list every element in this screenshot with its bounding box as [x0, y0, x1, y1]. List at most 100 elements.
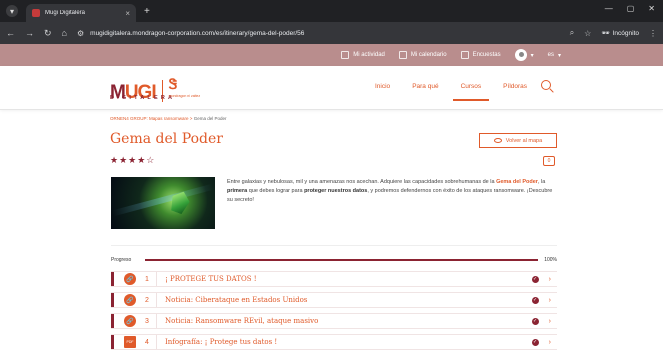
nav-item-pildoras[interactable]: Píldoras — [503, 83, 527, 90]
minimize-icon[interactable]: — — [605, 4, 613, 13]
progress-value: 100% — [544, 257, 557, 263]
logo-tagline: mondragon ni zaitez — [168, 94, 201, 98]
avatar — [514, 49, 527, 61]
site-info-icon[interactable]: ⚙ — [77, 29, 84, 38]
item-title[interactable]: Infografía: ¡ Protege tus datos ! — [165, 338, 532, 346]
incognito-icon: 🕶 — [601, 30, 610, 37]
completed-check-icon: ✓ — [531, 338, 539, 346]
breadcrumb-current: Gema del Poder — [193, 116, 227, 121]
chevron-right-icon[interactable]: › — [549, 318, 551, 325]
window-controls: — ▢ ✕ — [605, 4, 655, 13]
item-divider — [156, 272, 157, 286]
item-number: 1 — [145, 275, 149, 283]
mondragon-icon: Ꮥ — [168, 76, 178, 92]
progress-fill — [145, 259, 539, 261]
link-icon: 🔗 — [124, 294, 136, 306]
forward-icon[interactable]: → — [25, 28, 34, 38]
favicon-icon — [32, 9, 40, 17]
link-icon: 🔗 — [124, 273, 136, 285]
home-icon[interactable]: ⌂ — [62, 28, 67, 38]
my-activity-link[interactable]: Mi actividad — [341, 51, 385, 59]
breadcrumb-separator: > — [189, 116, 193, 121]
completed-check-icon: ✓ — [531, 317, 539, 325]
section-divider — [111, 245, 557, 246]
eye-icon — [493, 138, 502, 143]
comments-icon[interactable]: 0 — [543, 156, 555, 166]
back-icon[interactable]: ← — [6, 28, 15, 38]
item-divider — [156, 335, 157, 349]
list-item[interactable]: 🔗 2 Noticia: Ciberataque en Estados Unidos… — [111, 292, 557, 308]
nav-item-cursos[interactable]: Cursos — [452, 83, 489, 101]
item-edge — [111, 314, 114, 328]
incognito-indicator[interactable]: 🕶 Incógnito — [601, 29, 639, 38]
completed-check-icon: ✓ — [531, 296, 539, 304]
my-activity-label: Mi actividad — [353, 52, 385, 58]
address-bar[interactable]: ⚙ mugidigitalera.mondragon-corporation.c… — [77, 29, 560, 38]
site-topbar: Mi actividad Mi calendario Encuestas ▾ e… — [0, 44, 663, 66]
calendar-icon — [398, 51, 407, 59]
item-divider — [156, 314, 157, 328]
tab-title: Mugi Digitalera — [45, 10, 86, 16]
item-title[interactable]: ¡ PROTEGE TUS DATOS ! — [165, 275, 532, 283]
incognito-label: Incógnito — [612, 29, 639, 37]
browser-tab[interactable]: Mugi Digitalera × — [26, 4, 136, 22]
surveys-link[interactable]: Encuestas — [460, 51, 501, 59]
reload-icon[interactable]: ↻ — [44, 28, 52, 39]
chevron-right-icon[interactable]: › — [549, 297, 551, 304]
search-icon[interactable] — [541, 80, 551, 90]
browser-menu-icon[interactable]: ⋮ — [649, 29, 657, 38]
link-icon: 🔗 — [124, 315, 136, 327]
maximize-icon[interactable]: ▢ — [627, 4, 635, 13]
zoom-icon[interactable]: ⌕ — [570, 28, 574, 38]
surveys-label: Encuestas — [472, 52, 501, 58]
list-item[interactable]: PDF 4 Infografía: ¡ Protege tus datos ! ✓ › — [111, 334, 557, 350]
course-hero-image — [111, 177, 215, 229]
rating-stars[interactable]: ★★★★☆ — [110, 155, 155, 166]
chevron-down-icon: ▾ — [557, 52, 561, 59]
site-logo[interactable]: MUGI DIGITALERA Ꮥ mondragon ni zaitez — [110, 76, 209, 102]
user-menu[interactable]: ▾ — [514, 49, 534, 61]
new-tab-button[interactable]: + — [144, 6, 150, 17]
course-description: Entre galaxias y nebulosas, mil y una am… — [227, 179, 553, 203]
completed-check-icon: ✓ — [531, 275, 539, 283]
nav-menu: Inicio Para qué Cursos Píldoras — [375, 83, 527, 101]
item-number: 2 — [145, 296, 149, 304]
lesson-list: 🔗 1 ¡ PROTEGE TUS DATOS ! ✓ › 🔗 2 Noticia: Cibe… — [111, 271, 557, 355]
list-item[interactable]: 🔗 3 Noticia: Ransomware REvil, ataque masi… — [111, 313, 557, 329]
logo-subtitle: DIGITALERA — [110, 95, 176, 101]
item-edge — [111, 335, 114, 349]
list-item[interactable]: 🔗 1 ¡ PROTEGE TUS DATOS ! ✓ › — [111, 271, 557, 287]
close-window-icon[interactable]: ✕ — [648, 4, 655, 13]
breadcrumb-parent[interactable]: ORNEN4 GROUP: Mapas ransomware — [110, 116, 189, 121]
item-title[interactable]: Noticia: Ciberataque en Estados Unidos — [165, 296, 532, 304]
my-calendar-label: Mi calendario — [410, 52, 447, 58]
breadcrumb: ORNEN4 GROUP: Mapas ransomware > Gema de… — [110, 116, 226, 121]
language-label: es — [547, 52, 554, 58]
bookmark-star-icon[interactable]: ☆ — [584, 29, 591, 38]
surveys-icon — [460, 51, 469, 59]
nav-item-inicio[interactable]: Inicio — [375, 83, 390, 90]
chevron-right-icon[interactable]: › — [549, 339, 551, 346]
language-selector[interactable]: es ▾ — [548, 52, 561, 59]
mondragon-logo: Ꮥ mondragon ni zaitez — [169, 76, 209, 102]
back-to-map-label: Volver al mapa — [505, 137, 543, 144]
my-calendar-link[interactable]: Mi calendario — [398, 51, 447, 59]
window-menu-icon[interactable]: ▾ — [6, 5, 18, 17]
item-edge — [111, 293, 114, 307]
hero-light-ray — [111, 183, 215, 217]
url-text: mugidigitalera.mondragon-corporation.com… — [90, 29, 305, 37]
chevron-down-icon: ▾ — [530, 52, 534, 59]
progress-bar: Progreso 100% — [111, 256, 557, 264]
item-title[interactable]: Noticia: Ransomware REvil, ataque masivo — [165, 317, 532, 325]
item-number: 4 — [145, 338, 149, 346]
page-title: Gema del Poder — [110, 131, 223, 147]
back-to-map-button[interactable]: Volver al mapa — [479, 133, 557, 148]
browser-tab-strip: ▾ Mugi Digitalera × + — ▢ ✕ — [0, 0, 663, 22]
item-edge — [111, 272, 114, 286]
tab-close-icon[interactable]: × — [125, 9, 130, 18]
main-navigation: MUGI DIGITALERA Ꮥ mondragon ni zaitez In… — [0, 66, 663, 110]
chevron-right-icon[interactable]: › — [549, 276, 551, 283]
progress-label: Progreso — [111, 257, 132, 263]
pdf-icon: PDF — [124, 336, 136, 348]
nav-item-para-que[interactable]: Para qué — [412, 83, 438, 90]
